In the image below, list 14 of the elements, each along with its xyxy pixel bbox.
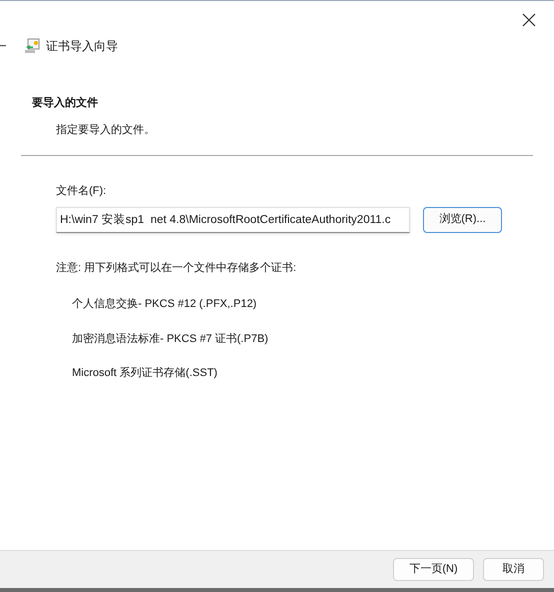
format-item: 加密消息语法标准- PKCS #7 证书(.P7B) xyxy=(72,332,270,346)
format-item: 个人信息交换- PKCS #12 (.PFX,.P12) xyxy=(72,296,258,312)
cancel-button[interactable]: 取消 xyxy=(483,558,544,581)
window-title: 证书导入向导 xyxy=(46,38,118,55)
note-text: 注意: 用下列格式可以在一个文件中存储多个证书: xyxy=(56,260,298,276)
file-name-field[interactable]: H:\win7 安装sp1 net 4.8\MicrosoftRootCertificateAuthority2011.c xyxy=(56,206,410,232)
close-icon xyxy=(522,13,536,27)
certificate-icon xyxy=(24,38,40,54)
page-heading: 要导入的文件 xyxy=(32,96,99,111)
format-item: Microsoft 系列证书存储(.SST) xyxy=(72,366,218,381)
page-subtitle: 指定要导入的文件。 xyxy=(56,122,156,138)
next-button[interactable]: 下一页(N) xyxy=(393,558,474,581)
browse-button[interactable]: 浏览(R)... xyxy=(423,206,502,232)
file-name-label: 文件名(F): xyxy=(56,184,108,199)
